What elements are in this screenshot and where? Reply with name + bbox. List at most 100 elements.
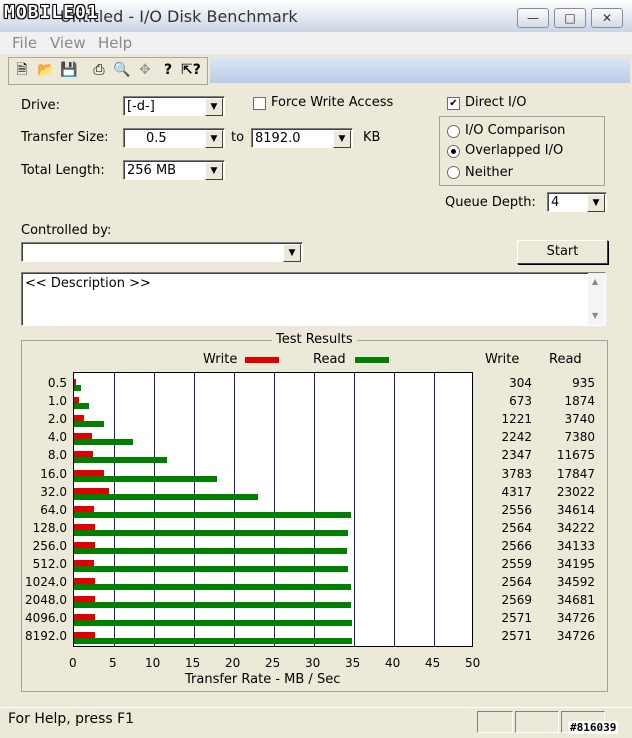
menu-bar [0,32,632,54]
scroll-down-icon[interactable]: ▼ [592,311,598,320]
minimize-button[interactable]: — [517,8,549,28]
neither-radio[interactable] [447,166,460,179]
read-value: 34614 [556,502,595,517]
description-scrollbar[interactable]: ▲ ▼ [588,273,605,325]
menu-view[interactable]: View [50,34,86,52]
toolbar-fill [210,57,630,83]
x-tick-label: 5 [109,656,117,670]
y-tick-label: 4096.0 [25,611,67,626]
save-icon[interactable]: 💾 [59,60,79,80]
move-icon[interactable]: ✥ [135,60,155,80]
x-tick-label: 50 [465,656,481,670]
maximize-icon: □ [564,11,576,25]
read-value: 11675 [556,448,595,463]
transfer-size-label: Transfer Size: [21,130,109,145]
chevron-down-icon[interactable]: ▼ [205,98,223,116]
description-box[interactable]: << Description >> ▲ ▼ [21,272,606,326]
read-bar [74,385,82,391]
write-value: 3783 [501,466,532,481]
watermark-logo: MOBILE01 [4,2,99,23]
read-bar [74,493,259,500]
chevron-down-icon[interactable]: ▼ [333,130,351,148]
force-write-checkbox[interactable] [253,97,266,110]
write-value: 4317 [501,484,532,499]
y-tick-label: 256.0 [32,538,67,553]
io-comparison-label: I/O Comparison [465,123,566,138]
x-tick-label: 25 [265,656,281,670]
x-tick-label: 40 [385,656,401,670]
neither-label: Neither [465,165,514,180]
queue-depth-select[interactable]: 4 ▼ [547,192,607,212]
y-tick-label: 1.0 [47,394,67,409]
read-bar [74,638,352,645]
y-tick-label: 8.0 [47,448,67,463]
read-value: 3740 [564,412,595,427]
write-value: 2571 [501,611,532,626]
chevron-down-icon[interactable]: ▼ [205,130,223,148]
menu-help[interactable]: Help [98,34,132,52]
drive-select[interactable]: [-d-] ▼ [123,96,225,116]
write-value: 2571 [501,629,532,644]
y-tick-label: 4.0 [47,430,67,445]
queue-depth-label: Queue Depth: [445,195,536,210]
y-tick-label: 1024.0 [25,575,67,590]
grid-line [354,373,355,646]
chevron-down-icon[interactable]: ▼ [205,162,223,180]
write-value: 2347 [501,448,532,463]
read-bar [74,511,351,518]
read-bar [74,457,168,464]
y-tick-label: 512.0 [32,557,67,571]
context-help-icon[interactable]: ⇱? [181,60,201,80]
read-value: 34222 [556,520,595,535]
print-preview-icon[interactable]: 🔍 [112,60,132,80]
read-value: 17847 [556,466,595,481]
scroll-up-icon[interactable]: ▲ [592,277,598,286]
write-value: 2564 [501,520,532,535]
transfer-to-select[interactable]: 8192.0 ▼ [251,128,353,148]
force-write-label: Force Write Access [271,95,394,110]
total-length-value: 256 MB [127,163,177,178]
y-tick-label: 2.0 [47,412,67,427]
chevron-down-icon[interactable]: ▼ [587,194,605,212]
x-tick-label: 45 [425,656,441,670]
write-value: 2564 [501,575,532,590]
menu-file[interactable]: File [12,34,37,52]
help-icon[interactable]: ? [158,60,178,80]
status-panel-2 [515,711,559,733]
controlled-by-select[interactable]: ▼ [21,242,303,262]
transfer-to-value: 8192.0 [255,131,301,146]
write-value: 2566 [501,538,532,553]
read-value: 34726 [556,611,595,626]
y-tick-label: 64.0 [40,502,67,517]
read-value: 23022 [556,484,595,499]
overlapped-io-label: Overlapped I/O [465,143,564,158]
io-comparison-radio[interactable] [447,125,460,138]
x-tick-label: 35 [345,656,361,670]
write-value: 304 [509,376,532,390]
maximize-button[interactable]: □ [554,8,586,28]
new-icon[interactable]: 🗎 [12,60,32,80]
chevron-down-icon[interactable]: ▼ [283,244,301,262]
minimize-icon: — [527,11,539,25]
read-value: 935 [572,376,595,390]
drive-value: [-d-] [127,99,155,114]
direct-io-label: Direct I/O [465,95,527,110]
y-tick-label: 16.0 [40,466,67,481]
direct-io-checkbox[interactable]: ✔ [447,97,460,110]
open-icon[interactable]: 📂 [36,60,56,80]
transfer-from-select[interactable]: 0.5 ▼ [123,128,225,148]
read-value: 34133 [556,538,595,553]
print-icon[interactable]: ⎙ [89,60,109,80]
chart-plot-area [73,372,473,647]
close-button[interactable]: ✕ [591,8,623,28]
corner-watermark: #816039 [568,721,619,734]
x-tick-label: 15 [185,656,201,670]
write-value: 1221 [501,412,532,427]
grid-line [434,373,435,646]
overlapped-io-radio[interactable] [447,145,460,158]
read-bar [74,403,89,410]
total-length-select[interactable]: 256 MB ▼ [123,160,225,180]
start-button[interactable]: Start [517,240,608,264]
read-bar [74,421,104,428]
read-bar [74,620,352,627]
